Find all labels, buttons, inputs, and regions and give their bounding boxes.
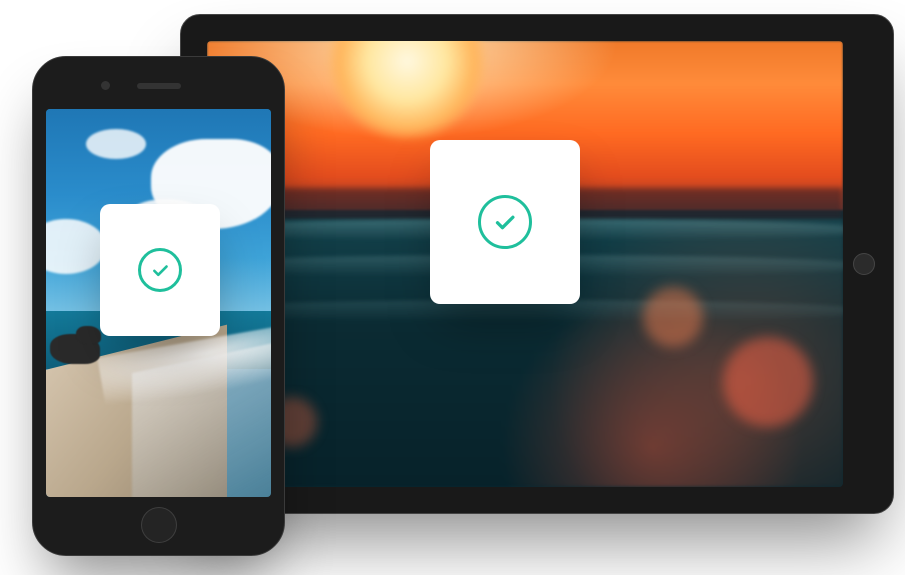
checkmark-circle-icon — [478, 195, 532, 249]
phone-home-button[interactable] — [141, 507, 177, 543]
success-card-phone — [100, 204, 220, 336]
cloud-icon — [86, 129, 146, 159]
success-card-tablet — [430, 140, 580, 304]
phone-camera — [101, 81, 110, 90]
device-mockup-stage — [0, 0, 905, 575]
rocks — [76, 326, 101, 344]
bokeh-light — [643, 287, 703, 347]
tablet-home-button[interactable] — [853, 253, 875, 275]
checkmark-circle-icon — [138, 248, 182, 292]
phone-speaker — [137, 83, 181, 89]
bokeh-light — [723, 337, 813, 427]
